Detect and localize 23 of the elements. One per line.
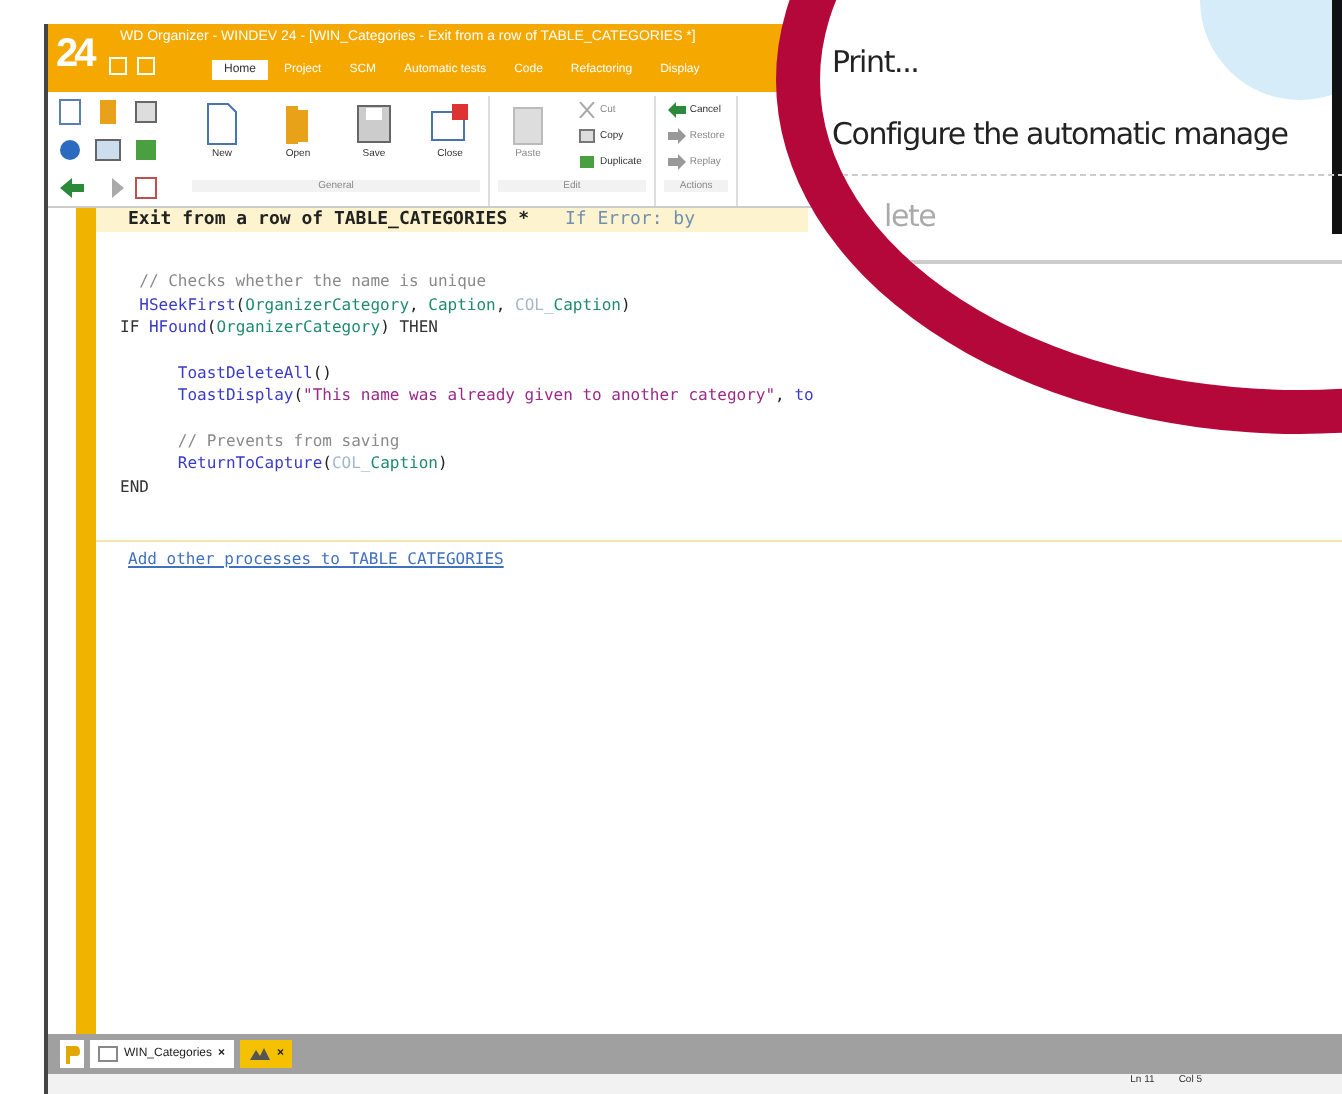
window-icon bbox=[98, 1046, 118, 1062]
add-processes-link[interactable]: Add other processes to TABLE_CATEGORIES bbox=[128, 550, 504, 568]
code-line: IF HFound(OrganizerCategory) THEN bbox=[120, 318, 438, 336]
code-line: // Checks whether the name is unique bbox=[137, 272, 487, 290]
menu-item[interactable]: Configure the automatic manage bbox=[832, 98, 1288, 170]
code-line: ToastDeleteAll() bbox=[175, 363, 332, 381]
toolbar-icon[interactable] bbox=[108, 56, 160, 76]
code-line: // Prevents from saving bbox=[175, 431, 400, 449]
code-line: ToastDisplay("This name was already given to another category", to bbox=[175, 386, 814, 404]
code-line: END bbox=[120, 477, 149, 495]
project-icon[interactable] bbox=[60, 1040, 84, 1068]
code-line: HSeekFirst(OrganizerCategory, Caption, COL_Caption) bbox=[137, 295, 631, 313]
code-line: ReturnToCapture(COL_Caption) bbox=[175, 454, 448, 472]
cut-icon bbox=[578, 101, 596, 117]
menu-item[interactable]: Print... bbox=[832, 26, 919, 98]
duplicate-icon bbox=[578, 153, 596, 169]
app-logo: 24 bbox=[56, 30, 96, 80]
copy-icon bbox=[578, 127, 596, 143]
save-icon bbox=[352, 100, 396, 148]
process-header: Exit from a row of TABLE_CATEGORIES * bbox=[128, 210, 529, 230]
process-hint: If Error: by bbox=[564, 210, 696, 230]
mountain-icon bbox=[247, 1046, 272, 1062]
left-arrow-icon bbox=[667, 101, 686, 117]
